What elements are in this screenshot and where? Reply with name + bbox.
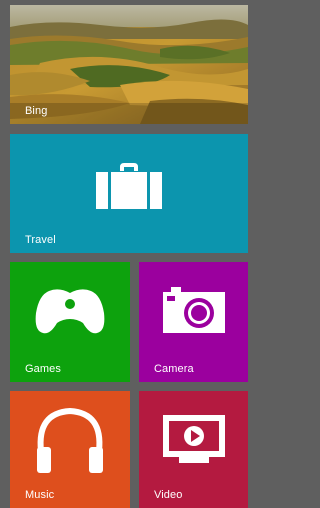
game-controller-icon xyxy=(35,289,105,334)
tile-bing[interactable]: Bing xyxy=(10,5,248,124)
tile-label-bing: Bing xyxy=(25,105,48,117)
tile-music[interactable]: Music xyxy=(10,391,130,508)
tile-label-travel: Travel xyxy=(25,234,56,246)
tile-video[interactable]: Video xyxy=(139,391,248,508)
tile-travel[interactable]: Travel xyxy=(10,134,248,253)
tile-camera[interactable]: Camera xyxy=(139,262,248,382)
start-screen: Bing Travel Games Camera Music Video xyxy=(0,0,248,508)
tile-label-camera: Camera xyxy=(154,363,194,375)
tile-games[interactable]: Games xyxy=(10,262,130,382)
tile-label-video: Video xyxy=(154,489,183,501)
tile-label-music: Music xyxy=(25,489,55,501)
camera-icon xyxy=(162,287,225,333)
tile-label-games: Games xyxy=(25,363,61,375)
suitcase-icon xyxy=(96,163,162,209)
video-play-icon xyxy=(162,415,225,463)
headphones-icon xyxy=(37,407,103,473)
